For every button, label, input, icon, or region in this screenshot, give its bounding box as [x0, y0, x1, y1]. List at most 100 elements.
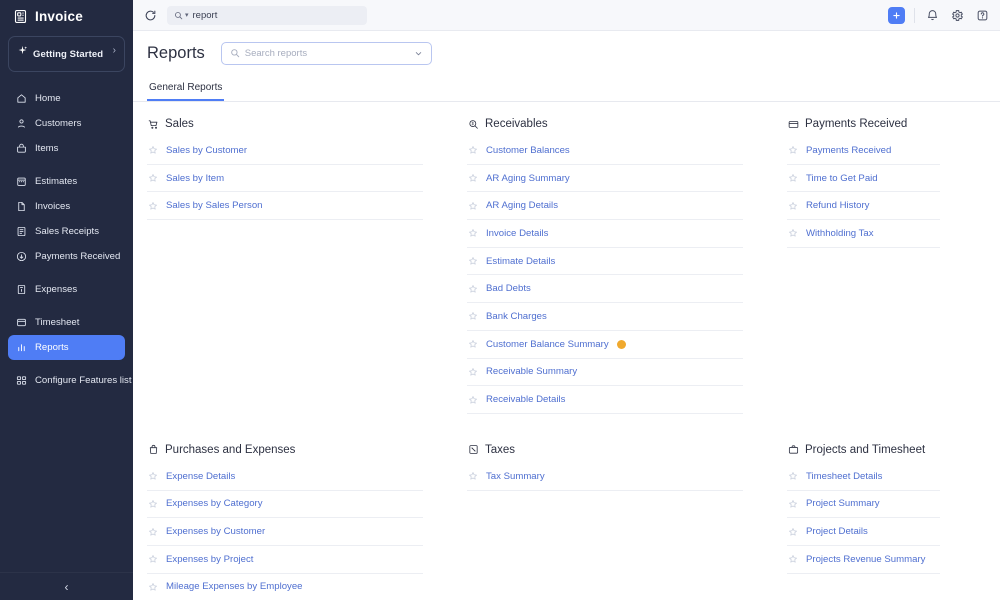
getting-started-card[interactable]: Getting Started ›: [8, 36, 125, 72]
report-row[interactable]: Project Summary: [787, 491, 940, 519]
sidebar-item-expenses[interactable]: Expenses: [8, 277, 125, 302]
report-row[interactable]: Expenses by Customer: [147, 518, 423, 546]
report-row[interactable]: Expense Details: [147, 463, 423, 491]
star-icon[interactable]: [787, 228, 798, 239]
star-icon[interactable]: [147, 173, 158, 184]
tab-general-reports[interactable]: General Reports: [147, 82, 225, 101]
refresh-icon[interactable]: [141, 6, 159, 24]
sidebar-group-expenses: Expenses: [0, 273, 133, 306]
brand-label: Invoice: [35, 9, 83, 24]
topbar: ▾ report: [133, 0, 1000, 31]
report-name: Projects Revenue Summary: [806, 553, 926, 565]
report-row[interactable]: Receivable Details: [467, 386, 743, 414]
report-row[interactable]: Projects Revenue Summary: [787, 546, 940, 574]
global-search-input[interactable]: ▾ report: [167, 5, 367, 25]
user-icon: [15, 118, 27, 130]
star-icon[interactable]: [147, 581, 158, 592]
report-name: Withholding Tax: [806, 227, 874, 239]
sidebar-item-timesheet[interactable]: Timesheet: [8, 310, 125, 335]
invoice-logo-icon: [13, 9, 28, 24]
report-row[interactable]: Mileage Expenses by Employee: [147, 574, 423, 600]
sidebar-item-items[interactable]: Items: [8, 136, 125, 161]
star-icon[interactable]: [147, 471, 158, 482]
sidebar-group-main: Home Customers Items: [0, 82, 133, 165]
chevron-right-icon[interactable]: ›: [113, 44, 116, 58]
star-icon[interactable]: [467, 256, 478, 267]
report-row[interactable]: Sales by Item: [147, 165, 423, 193]
report-row[interactable]: Invoice Details: [467, 220, 743, 248]
report-row[interactable]: Customer Balances: [467, 137, 743, 165]
star-icon[interactable]: [467, 339, 478, 350]
report-row[interactable]: Bank Charges: [467, 303, 743, 331]
report-row[interactable]: Withholding Tax: [787, 220, 940, 248]
star-icon[interactable]: [467, 173, 478, 184]
sidebar-item-customers[interactable]: Customers: [8, 111, 125, 136]
star-icon[interactable]: [467, 311, 478, 322]
report-name: Time to Get Paid: [806, 172, 878, 184]
section-title: Projects and Timesheet: [805, 443, 926, 456]
report-row[interactable]: Receivable Summary: [467, 359, 743, 387]
home-icon: [15, 93, 27, 105]
report-name: Expenses by Customer: [166, 526, 266, 538]
star-icon[interactable]: [467, 228, 478, 239]
sidebar-collapse-button[interactable]: ‹: [0, 572, 133, 600]
report-row[interactable]: Timesheet Details: [787, 463, 940, 491]
report-row[interactable]: Tax Summary: [467, 463, 743, 491]
report-row[interactable]: Bad Debts: [467, 275, 743, 304]
add-new-button[interactable]: [888, 6, 905, 24]
payment-icon: [15, 251, 27, 263]
star-icon[interactable]: [147, 498, 158, 509]
chevron-down-icon[interactable]: ▾: [185, 11, 189, 19]
star-icon[interactable]: [467, 394, 478, 405]
star-icon[interactable]: [467, 471, 478, 482]
sidebar-item-sales-receipts[interactable]: Sales Receipts: [8, 219, 125, 244]
star-icon[interactable]: [787, 471, 798, 482]
star-icon[interactable]: [787, 498, 798, 509]
report-name: Tax Summary: [486, 470, 545, 482]
gear-icon[interactable]: [949, 7, 965, 23]
card-icon: [787, 118, 799, 130]
brand[interactable]: Invoice: [0, 0, 133, 32]
star-icon[interactable]: [147, 554, 158, 565]
section-payments-received: Payments Received Payments Received Time…: [787, 118, 984, 424]
sidebar-item-home[interactable]: Home: [8, 86, 125, 111]
star-icon[interactable]: [787, 526, 798, 537]
search-reports-input[interactable]: Search reports: [220, 41, 432, 65]
report-row[interactable]: Customer Balance Summary: [467, 331, 743, 359]
report-row[interactable]: AR Aging Details: [467, 192, 743, 221]
star-icon[interactable]: [787, 554, 798, 565]
report-row[interactable]: Expenses by Category: [147, 491, 423, 519]
report-row[interactable]: Project Details: [787, 518, 940, 546]
star-icon[interactable]: [467, 200, 478, 211]
star-icon[interactable]: [147, 200, 158, 211]
sidebar-item-invoices[interactable]: Invoices: [8, 194, 125, 219]
report-row[interactable]: AR Aging Summary: [467, 165, 743, 193]
report-row[interactable]: Expenses by Project: [147, 546, 423, 574]
timesheet-icon: [15, 317, 27, 329]
sidebar-item-payments-received[interactable]: Payments Received: [8, 244, 125, 269]
help-icon[interactable]: [974, 7, 990, 23]
report-row[interactable]: Payments Received: [787, 137, 940, 165]
report-row[interactable]: Refund History: [787, 192, 940, 221]
report-row[interactable]: Time to Get Paid: [787, 165, 940, 193]
chevron-down-icon[interactable]: [414, 49, 423, 58]
star-icon[interactable]: [467, 283, 478, 294]
star-icon[interactable]: [467, 145, 478, 156]
sidebar-item-label: Payments Received: [35, 251, 121, 262]
coin-search-icon: $: [467, 118, 479, 130]
star-icon[interactable]: [147, 526, 158, 537]
bell-icon[interactable]: [924, 7, 940, 23]
sidebar-item-reports[interactable]: Reports: [8, 335, 125, 360]
star-icon[interactable]: [787, 200, 798, 211]
star-icon[interactable]: [787, 173, 798, 184]
report-row[interactable]: Estimate Details: [467, 248, 743, 276]
report-row[interactable]: Sales by Sales Person: [147, 192, 423, 221]
sidebar-item-configure-features[interactable]: Configure Features list: [8, 368, 132, 393]
star-icon[interactable]: [467, 366, 478, 377]
star-icon[interactable]: [147, 145, 158, 156]
report-row[interactable]: Sales by Customer: [147, 137, 423, 165]
report-name: Customer Balances: [486, 144, 570, 156]
star-icon[interactable]: [787, 145, 798, 156]
search-reports-placeholder: Search reports: [244, 47, 308, 59]
sidebar-item-estimates[interactable]: Estimates: [8, 169, 125, 194]
